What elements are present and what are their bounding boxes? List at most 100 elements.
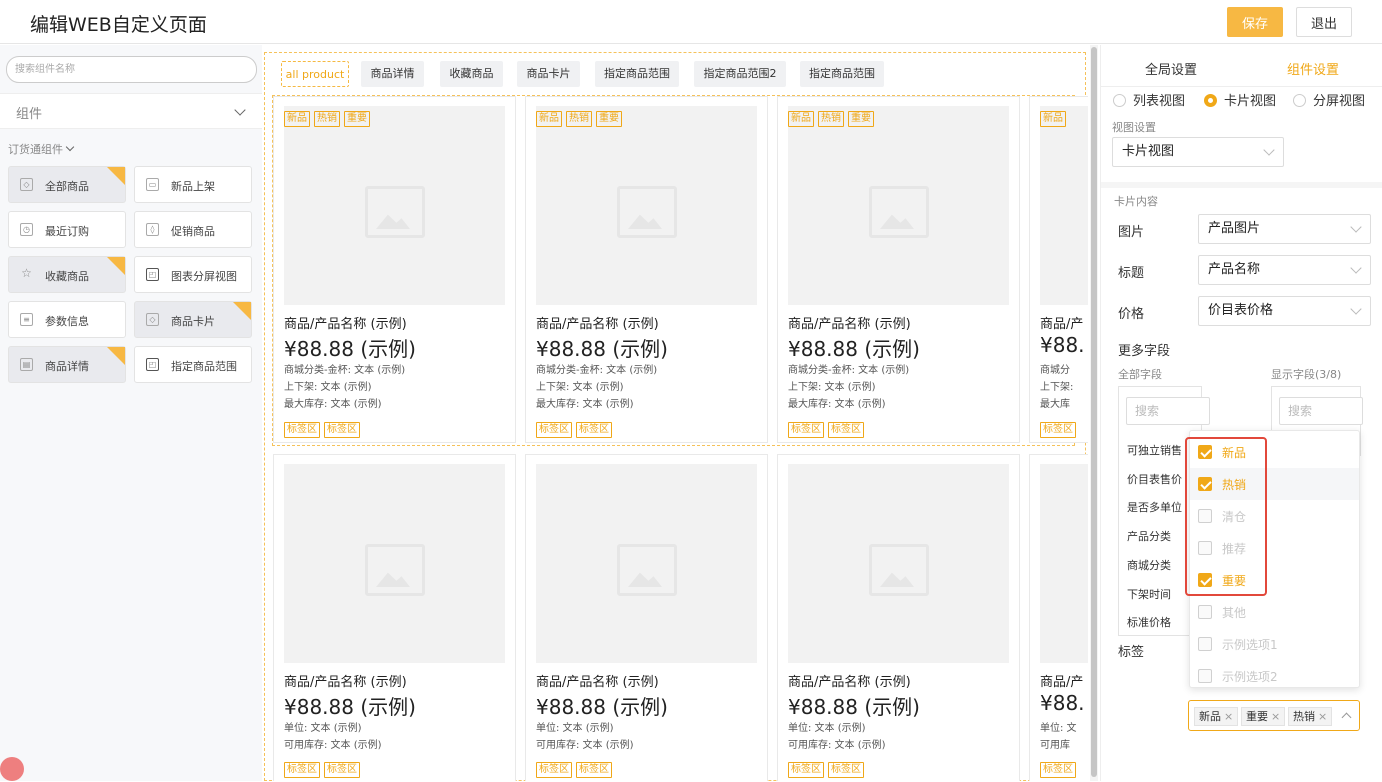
component-tile-favorites[interactable]: ☆ 收藏商品 xyxy=(8,256,126,293)
tag-icon: ◊ xyxy=(146,223,159,236)
field-item[interactable]: 商城分类 xyxy=(1127,557,1171,573)
image-row-label: 图片 xyxy=(1118,225,1145,240)
product-card[interactable]: 商品/产品名称 (示例) ¥88.88 (示例) 单位: 文本 (示例) 可用库存… xyxy=(273,454,516,781)
component-section-header[interactable]: 组件 xyxy=(0,93,262,129)
chevron-down-icon xyxy=(1263,144,1275,156)
product-card[interactable]: 新品 热销 重要 商品/产品名称 (示例) ¥88.88 (示例) 商城分类-金杯:… xyxy=(525,96,768,443)
card-bottom-tags: 标签区 标签区 xyxy=(536,417,616,438)
all-fields-label: 全部字段 xyxy=(1118,368,1162,381)
product-name: 商品/产品名称 (示例) xyxy=(284,675,407,690)
component-tile-parameters[interactable]: ≡ 参数信息 xyxy=(8,301,126,338)
tag-option[interactable]: 示例选项1 xyxy=(1190,628,1359,660)
tag-option[interactable]: 其他 xyxy=(1190,596,1359,628)
selected-corner-mark xyxy=(107,257,125,275)
scrollbar-thumb[interactable] xyxy=(1091,47,1097,777)
product-card[interactable]: 新品 热销 重要 商品/产品名称 (示例) ¥88.88 (示例) 商城分类-金杯:… xyxy=(273,96,516,443)
radio-split-view[interactable]: 分屏视图 xyxy=(1293,90,1365,109)
product-card[interactable]: 商品/产品名称 (示例) ¥88.88 (示例) 单位: 文本 (示例) 可用库存… xyxy=(525,454,768,781)
tab-product-detail[interactable]: 商品详情 xyxy=(361,61,424,87)
component-section-title: 组件 xyxy=(16,107,43,122)
component-tile-product-card[interactable]: ◇ 商品卡片 xyxy=(134,301,252,338)
field-item[interactable]: 下架时间 xyxy=(1127,586,1171,602)
checkbox-icon[interactable] xyxy=(1198,669,1212,683)
tab-product-range-3[interactable]: 指定商品范围 xyxy=(800,61,884,87)
shown-fields-search-input[interactable]: 搜索 xyxy=(1279,397,1363,425)
selected-corner-mark xyxy=(233,302,251,320)
component-tile-new-arrivals[interactable]: ▭ 新品上架 xyxy=(134,166,252,203)
close-icon[interactable]: × xyxy=(1271,710,1280,723)
product-card-partial[interactable]: 新品 商品/产 ¥88. 商城分 上下架: 最大库 标签区 xyxy=(1029,96,1088,443)
product-card[interactable]: 新品 热销 重要 商品/产品名称 (示例) ¥88.88 (示例) 商城分类-金杯:… xyxy=(777,96,1020,443)
split-view-icon: ◰ xyxy=(146,358,159,371)
image-icon xyxy=(617,186,677,238)
product-name: 商品/产品名称 (示例) xyxy=(536,317,659,332)
product-card-partial[interactable]: 商品/产 ¥88. 单位: 文可用库 标签区 xyxy=(1029,454,1088,781)
title-select[interactable]: 产品名称 xyxy=(1198,255,1371,285)
save-button[interactable]: 保存 xyxy=(1227,7,1283,37)
tab-favorites[interactable]: 收藏商品 xyxy=(440,61,503,87)
tag-area: 标签区 xyxy=(536,762,572,778)
selected-tag-chip[interactable]: 热销 × xyxy=(1288,707,1333,726)
radio-list-view[interactable]: 列表视图 xyxy=(1113,90,1185,109)
exit-button[interactable]: 退出 xyxy=(1296,7,1352,37)
field-item[interactable]: 标准价格 xyxy=(1127,614,1171,630)
component-tile-promotions[interactable]: ◊ 促销商品 xyxy=(134,211,252,248)
component-tile-product-detail[interactable]: ▤ 商品详情 xyxy=(8,346,126,383)
component-search-input[interactable]: 搜索组件名称 xyxy=(6,56,257,83)
card-tags: 新品 热销 重要 xyxy=(536,106,626,127)
price-row-label: 价格 xyxy=(1118,307,1145,322)
component-group-label[interactable]: 订货通组件 xyxy=(8,141,75,157)
product-card[interactable]: 商品/产品名称 (示例) ¥88.88 (示例) 单位: 文本 (示例) 可用库存… xyxy=(777,454,1020,781)
card-bottom-tags: 标签区 标签区 xyxy=(788,417,868,438)
product-image-placeholder xyxy=(284,106,505,305)
tab-product-card[interactable]: 商品卡片 xyxy=(517,61,580,87)
close-icon[interactable]: × xyxy=(1318,710,1327,723)
card-bottom-tags: 标签区 标签区 xyxy=(788,757,868,778)
product-price: ¥88. xyxy=(1040,333,1085,357)
tabs-divider xyxy=(1101,86,1382,87)
card-field: 商城分类-金杯: 文本 (示例) xyxy=(536,365,658,376)
image-icon xyxy=(365,544,425,596)
highlight-box xyxy=(1185,437,1267,596)
image-icon: ▭ xyxy=(146,178,159,191)
field-item[interactable]: 是否多单位 xyxy=(1127,499,1182,515)
component-tile-all-products[interactable]: ◇ 全部商品 xyxy=(8,166,126,203)
canvas-scrollbar[interactable] xyxy=(1090,45,1098,781)
tag-row-label: 标签 xyxy=(1118,645,1145,660)
card-field: 商城分类-金杯: 文本 (示例) xyxy=(284,365,406,376)
tab-all-product[interactable]: all product xyxy=(281,61,349,87)
checkbox-icon[interactable] xyxy=(1198,605,1212,619)
price-select[interactable]: 价目表价格 xyxy=(1198,296,1371,326)
tab-global-settings[interactable]: 全局设置 xyxy=(1145,59,1197,78)
tag-area: 标签区 xyxy=(828,762,864,778)
tag-area: 标签区 xyxy=(324,422,360,438)
chevron-up-icon[interactable] xyxy=(1341,712,1352,723)
tab-component-settings[interactable]: 组件设置 xyxy=(1287,59,1339,78)
tag-option[interactable]: 示例选项2 xyxy=(1190,660,1359,692)
radio-card-view[interactable]: 卡片视图 xyxy=(1204,90,1276,109)
floating-record-button[interactable] xyxy=(0,757,24,781)
product-name: 商品/产 xyxy=(1040,675,1084,690)
field-item[interactable]: 可独立销售 xyxy=(1127,442,1182,458)
selected-tag-chip[interactable]: 新品 × xyxy=(1194,707,1239,726)
all-fields-search-input[interactable]: 搜索 xyxy=(1126,397,1210,425)
tag-area: 标签区 xyxy=(324,762,360,778)
tab-product-range-2[interactable]: 指定商品范围2 xyxy=(694,61,786,87)
tab-product-range[interactable]: 指定商品范围 xyxy=(595,61,679,87)
field-item[interactable]: 产品分类 xyxy=(1127,528,1171,544)
selected-tag-chip[interactable]: 重要 × xyxy=(1241,707,1286,726)
component-tile-split-view[interactable]: ◰ 图表分屏视图 xyxy=(134,256,252,293)
checkbox-icon[interactable] xyxy=(1198,637,1212,651)
tag-area: 标签区 xyxy=(1040,422,1076,438)
component-tile-recent-orders[interactable]: ◷ 最近订购 xyxy=(8,211,126,248)
view-select[interactable]: 卡片视图 xyxy=(1112,137,1284,167)
card-tag: 新品 xyxy=(1040,111,1066,127)
card-field: 上下架: 文本 (示例) xyxy=(284,382,372,393)
title-row-label: 标题 xyxy=(1118,266,1145,281)
tag-multiselect[interactable]: 新品 × 重要 × 热销 × xyxy=(1188,700,1360,731)
product-image-placeholder xyxy=(1040,464,1088,663)
image-select[interactable]: 产品图片 xyxy=(1198,214,1371,244)
close-icon[interactable]: × xyxy=(1224,710,1233,723)
field-item[interactable]: 价目表售价 xyxy=(1127,471,1182,487)
component-tile-product-range[interactable]: ◰ 指定商品范围 xyxy=(134,346,252,383)
